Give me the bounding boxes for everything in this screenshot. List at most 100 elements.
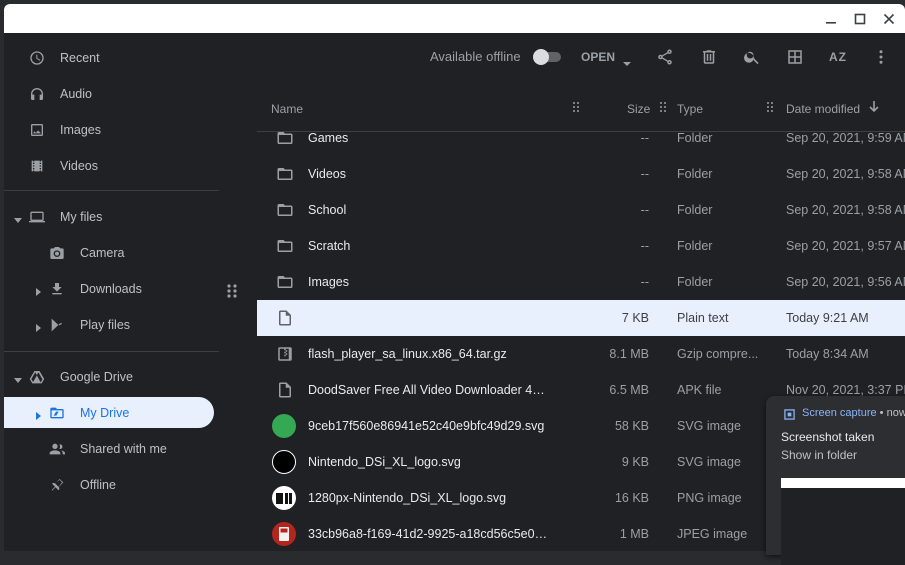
sidebar-item-recent[interactable]: Recent [4, 42, 214, 73]
chevron-down-icon[interactable] [14, 373, 22, 383]
file-name: Games [308, 132, 349, 145]
file-size: 7 KB [621, 311, 649, 325]
table-row[interactable]: Images -- Folder Sep 20, 2021, 9:56 AM [257, 264, 905, 300]
file-type: Folder [677, 239, 713, 253]
chevron-right-icon[interactable] [34, 321, 42, 332]
file-size: -- [640, 203, 649, 217]
column-header-type[interactable]: Type [677, 102, 703, 116]
sidebar-item-camera[interactable]: Camera [4, 237, 214, 268]
column-resize-handle[interactable] [660, 102, 666, 112]
chevron-right-icon[interactable] [34, 409, 42, 420]
table-row-selected[interactable]: 7 KB Plain text Today 9:21 AM [257, 300, 905, 336]
sidebar-resize-handle[interactable] [226, 283, 238, 299]
file-name: 1280px-Nintendo_DSi_XL_logo.svg [308, 491, 507, 505]
sidebar-item-label: Recent [60, 50, 100, 65]
file-type: SVG image [677, 419, 741, 433]
folder-icon [276, 201, 294, 219]
delete-button[interactable] [697, 45, 721, 69]
image-thumbnail [272, 414, 296, 438]
column-header-row: Name Size Type Date modified [257, 81, 905, 132]
sidebar-item-images[interactable]: Images [4, 114, 214, 145]
chevron-down-icon[interactable] [623, 54, 631, 66]
close-icon [883, 13, 895, 24]
image-thumbnail [272, 450, 296, 474]
maximize-icon [854, 13, 866, 24]
sidebar-item-label: Play files [80, 317, 131, 332]
table-row[interactable]: Scratch -- Folder Sep 20, 2021, 9:57 AM [257, 228, 905, 264]
column-header-name[interactable]: Name [271, 102, 303, 116]
sidebar: Recent Audio Images Videos My files Came… [4, 33, 219, 551]
sidebar-item-label: Videos [60, 158, 98, 173]
share-icon [658, 49, 672, 65]
minimize-button[interactable] [816, 4, 846, 33]
sort-az-icon: AZ [829, 50, 847, 64]
file-size: 9 KB [621, 455, 649, 469]
file-size: 58 KB [614, 419, 649, 433]
table-row[interactable]: flash_player_sa_linux.x86_64.tar.gz 8.1 … [257, 336, 905, 372]
file-name: School [308, 203, 347, 217]
table-row[interactable]: Games -- Folder Sep 20, 2021, 9:59 AM [257, 132, 905, 156]
download-icon [49, 281, 65, 297]
file-size: -- [640, 239, 649, 253]
arrow-down-icon[interactable] [868, 100, 880, 117]
close-button[interactable] [874, 4, 904, 33]
file-type: Folder [677, 203, 713, 217]
grid-view-button[interactable] [783, 45, 807, 69]
column-header-date[interactable]: Date modified [786, 102, 860, 116]
grid-icon [788, 50, 802, 64]
screenshot-preview[interactable] [781, 478, 905, 565]
sidebar-item-label: Offline [80, 477, 116, 492]
screenshot-notification[interactable]: Screen capture • now Screenshot taken Sh… [766, 396, 905, 565]
sidebar-item-videos[interactable]: Videos [4, 150, 214, 181]
file-name: Videos [308, 167, 346, 181]
camera-icon [49, 245, 65, 261]
sidebar-item-label: Images [60, 122, 101, 137]
show-in-folder-link[interactable]: Show in folder [781, 448, 857, 462]
maximize-button[interactable] [845, 4, 875, 33]
table-row[interactable]: School -- Folder Sep 20, 2021, 9:58 AM [257, 192, 905, 228]
column-resize-handle[interactable] [767, 102, 773, 112]
file-date: Nov 20, 2021, 3:37 PM [786, 383, 905, 397]
file-date: Sep 20, 2021, 9:58 AM [786, 167, 905, 181]
drive-folder-icon [49, 405, 65, 421]
file-name: DoodSaver Free All Video Downloader 4K_v… [308, 383, 548, 397]
file-type: JPEG image [677, 527, 748, 541]
file-name: Scratch [308, 239, 351, 253]
people-icon [49, 441, 65, 457]
share-button[interactable] [653, 45, 677, 69]
search-icon [744, 51, 759, 65]
sidebar-item-google-drive[interactable]: Google Drive [4, 361, 214, 392]
file-date: Today 9:21 AM [786, 311, 869, 325]
laptop-icon [29, 209, 45, 225]
file-size: -- [640, 132, 649, 145]
file-date: Sep 20, 2021, 9:57 AM [786, 239, 905, 253]
chevron-right-icon[interactable] [34, 285, 42, 296]
film-icon [29, 158, 45, 174]
sidebar-item-offline[interactable]: Offline [4, 469, 214, 500]
trash-icon [703, 50, 715, 64]
notification-app-name: Screen capture • now [802, 407, 905, 419]
sidebar-item-downloads[interactable]: Downloads [4, 273, 214, 304]
file-name: Images [308, 275, 349, 289]
more-options-button[interactable] [869, 45, 893, 69]
sidebar-item-my-files[interactable]: My files [4, 201, 214, 232]
sidebar-item-audio[interactable]: Audio [4, 78, 214, 109]
table-row[interactable]: Videos -- Folder Sep 20, 2021, 9:58 AM [257, 156, 905, 192]
chevron-down-icon[interactable] [14, 213, 22, 223]
available-offline-toggle[interactable] [533, 49, 561, 65]
file-type: Folder [677, 132, 713, 145]
play-store-icon [49, 317, 65, 333]
open-button[interactable]: OPEN [581, 33, 615, 81]
sidebar-item-my-drive[interactable]: My Drive [4, 397, 214, 428]
column-resize-handle[interactable] [573, 102, 579, 112]
column-header-size[interactable]: Size [627, 102, 650, 116]
screen-capture-icon [784, 407, 795, 420]
more-vert-icon [879, 50, 883, 64]
file-type: Plain text [677, 311, 729, 325]
headphones-icon [29, 86, 45, 102]
file-type: PNG image [677, 491, 742, 505]
sidebar-item-shared-with-me[interactable]: Shared with me [4, 433, 214, 464]
sort-button[interactable]: AZ [826, 45, 850, 69]
search-button[interactable] [740, 45, 764, 69]
sidebar-item-play-files[interactable]: Play files [4, 309, 214, 340]
